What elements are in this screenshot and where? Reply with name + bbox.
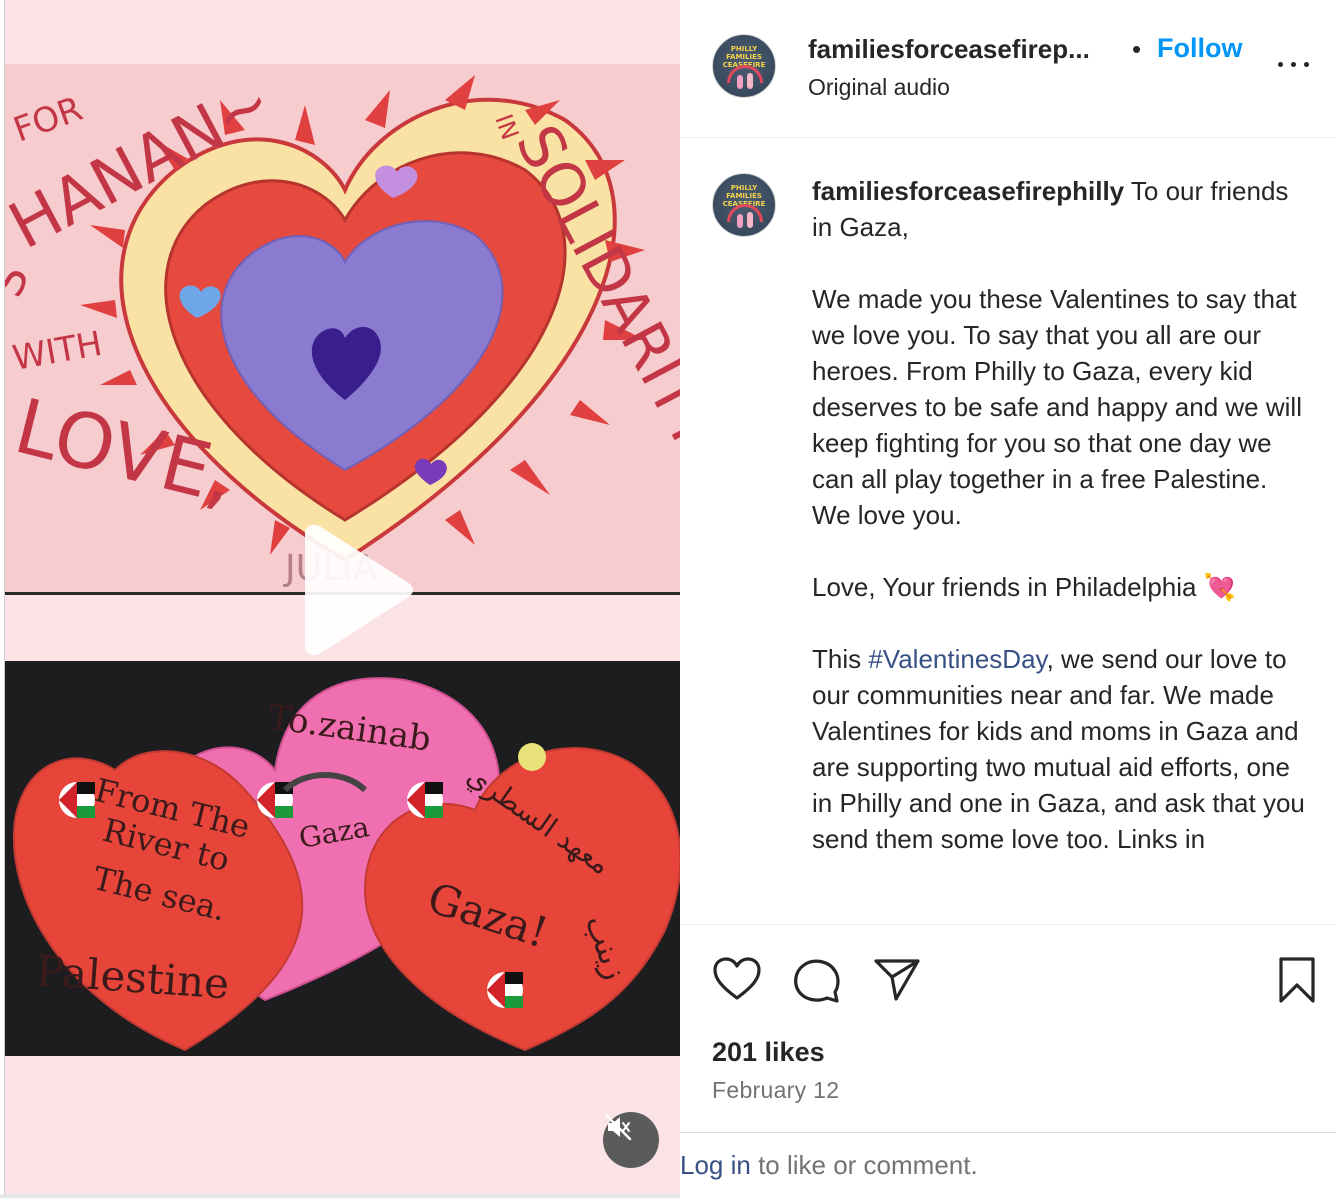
play-button[interactable] — [291, 524, 419, 656]
follow-button[interactable]: Follow — [1157, 33, 1242, 64]
header-username[interactable]: familiesforceasefirep... — [808, 34, 1090, 65]
post-actions: 201 likes February 12 — [680, 924, 1336, 1132]
post-sidebar: PHILLY FAMILIES CEASEFIRE familiesforcease… — [680, 0, 1336, 1198]
caption-username[interactable]: familiesforceasefirephilly — [812, 176, 1124, 206]
caption-paragraph-2: Love, Your friends in Philadelphia 💘 — [812, 572, 1237, 602]
post-header: PHILLY FAMILIES CEASEFIRE familiesforcease… — [680, 0, 1336, 138]
speaker-muted-icon — [604, 1113, 632, 1141]
audio-label[interactable]: Original audio — [808, 74, 950, 101]
more-options-icon[interactable] — [1274, 50, 1314, 80]
hashtag-link[interactable]: #ValentinesDay — [868, 644, 1046, 674]
login-prompt: to like or comment. — [750, 1150, 978, 1180]
header-separator: • — [1132, 34, 1142, 64]
login-bar: Log in to like or comment. — [680, 1132, 1336, 1198]
caption-paragraph-3b: , we send our love to our communities ne… — [812, 644, 1313, 854]
caption-text: familiesforceasefirephilly To our friend… — [812, 173, 1312, 857]
card-text-with: WITH — [10, 324, 106, 379]
card-text-s: S — [5, 258, 39, 304]
share-icon[interactable] — [872, 955, 922, 1005]
caption-avatar[interactable]: PHILLY FAMILIES CEASEFIRE — [712, 173, 776, 237]
avatar[interactable]: PHILLY FAMILIES CEASEFIRE — [712, 34, 776, 98]
card-text-for: FOR — [8, 89, 87, 151]
login-link[interactable]: Log in — [680, 1150, 751, 1180]
mute-button[interactable] — [603, 1112, 659, 1168]
likes-count[interactable]: 201 likes — [712, 1037, 825, 1068]
comment-icon[interactable] — [792, 955, 842, 1005]
bottom-divider — [0, 1194, 680, 1198]
post-media[interactable]: FOR HANAN~ IN SOLIDARITY WITH LOVE, S JU… — [4, 0, 680, 1194]
bookmark-icon[interactable] — [1272, 955, 1322, 1005]
caption-area[interactable]: PHILLY FAMILIES CEASEFIRE familiesforcease… — [680, 139, 1336, 924]
caption-paragraph-3a: This — [812, 644, 869, 674]
heart-icon[interactable] — [712, 955, 762, 1005]
caption-paragraph-1: We made you these Valentines to say that… — [812, 284, 1310, 530]
post-date[interactable]: February 12 — [712, 1077, 839, 1104]
